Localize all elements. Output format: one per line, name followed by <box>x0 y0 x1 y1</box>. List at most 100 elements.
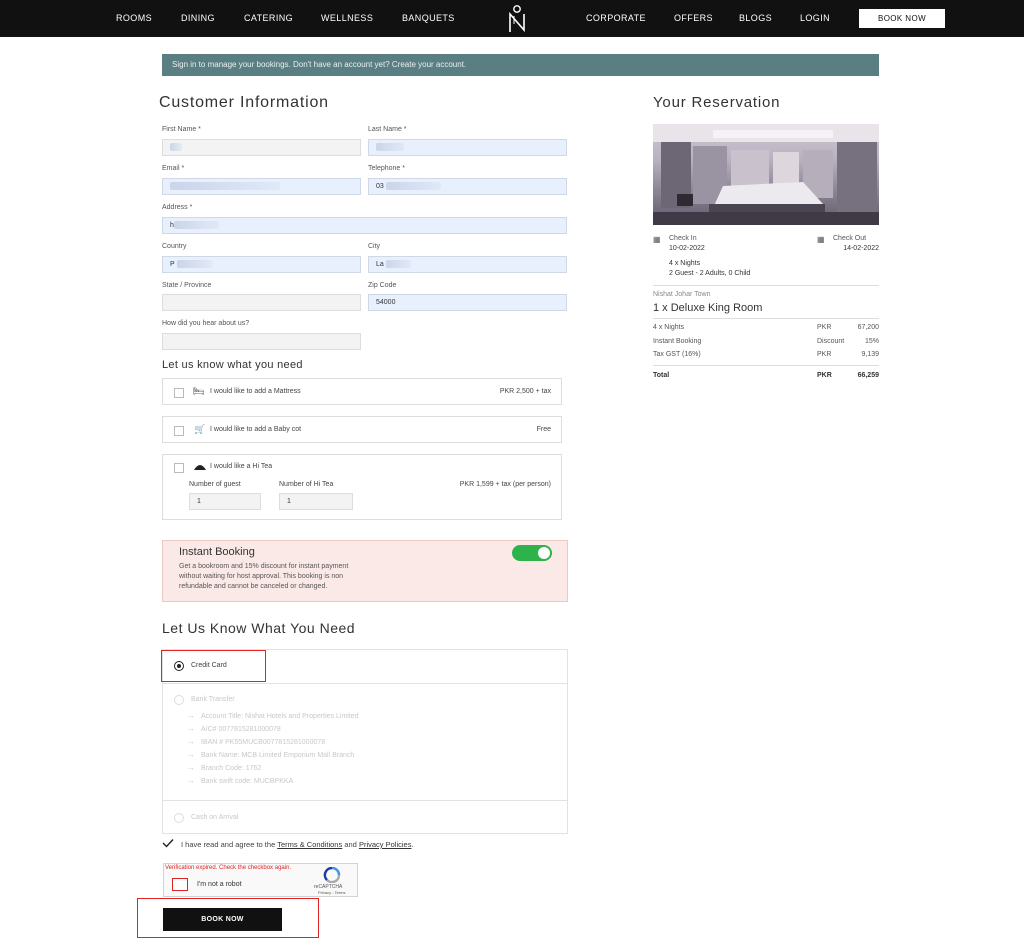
redacted-value <box>176 260 212 269</box>
book-now-button-top[interactable]: BOOK NOW <box>859 9 945 28</box>
nav-banquets[interactable]: BANQUETS <box>402 13 455 23</box>
bank-detail-account-number: A/C# 0077815281000078 <box>201 726 281 733</box>
nav-wellness[interactable]: WELLNESS <box>321 13 373 23</box>
guests-count-input[interactable]: 1 <box>189 493 261 510</box>
first-name-label: First Name * <box>162 126 201 133</box>
email-label: Email * <box>162 165 185 172</box>
captcha-label: I'm not a robot <box>197 881 242 888</box>
total-label: Total <box>653 372 670 379</box>
divider <box>653 318 879 319</box>
redacted-value <box>170 143 182 152</box>
arrow-right-icon: → <box>187 776 195 785</box>
nav-blogs[interactable]: BLOGS <box>739 13 772 23</box>
bank-transfer-radio[interactable] <box>174 695 184 705</box>
nav-dining[interactable]: DINING <box>181 13 215 23</box>
redacted-value <box>170 182 280 191</box>
bank-transfer-label: Bank Transfer <box>191 696 235 703</box>
city-field[interactable]: La <box>368 256 567 273</box>
hitea-price: PKR 1,599 + tax (per person) <box>459 481 551 488</box>
stroller-icon: 🛒 <box>194 424 206 434</box>
book-now-button[interactable]: BOOK NOW <box>163 908 282 931</box>
arrow-right-icon: → <box>187 724 195 733</box>
credit-card-radio[interactable] <box>174 661 184 671</box>
nav-offers[interactable]: OFFERS <box>674 13 713 23</box>
top-navigation: ROOMS DINING CATERING WELLNESS BANQUETS … <box>0 0 1024 37</box>
divider <box>653 365 879 366</box>
telephone-field[interactable]: 03 <box>368 178 567 195</box>
nav-catering[interactable]: CATERING <box>244 13 293 23</box>
redacted-value <box>385 182 441 191</box>
state-field[interactable] <box>162 294 361 311</box>
telephone-value: 03 <box>376 183 384 190</box>
redacted-value <box>376 143 404 152</box>
city-label: City <box>368 243 381 250</box>
country-value: P <box>170 261 175 268</box>
cash-on-arrival-label: Cash on Arrival <box>191 814 239 821</box>
nav-corporate[interactable]: CORPORATE <box>586 13 646 23</box>
hitea-count-input[interactable]: 1 <box>279 493 353 510</box>
credit-card-label: Credit Card <box>191 662 227 669</box>
privacy-policies-link[interactable]: Privacy Policies <box>359 840 412 849</box>
price-row-unit: PKR <box>817 324 832 331</box>
city-value: La <box>376 261 384 268</box>
country-field[interactable]: P <box>162 256 361 273</box>
toggle-knob <box>538 547 550 559</box>
reservation-title: Your Reservation <box>653 94 781 111</box>
captcha-checkbox[interactable] <box>172 878 188 891</box>
checkout-date: 14-02-2022 <box>843 245 879 252</box>
calendar-icon: ▦ <box>817 235 825 244</box>
sign-in-notice[interactable]: Sign in to manage your bookings. Don't h… <box>162 54 879 76</box>
first-name-field[interactable] <box>162 139 361 156</box>
guest-summary: 2 Guest - 2 Adults, 0 Child <box>669 270 751 277</box>
checkin-label: Check In <box>669 235 697 242</box>
checkin-date: 10-02-2022 <box>669 245 705 252</box>
captcha-error: Verification expired. Check the checkbox… <box>165 865 292 871</box>
address-label: Address * <box>162 204 193 211</box>
babycot-checkbox[interactable] <box>174 426 184 436</box>
terms-conditions-link[interactable]: Terms & Conditions <box>277 840 342 849</box>
arrow-right-icon: → <box>187 737 195 746</box>
calendar-icon: ▦ <box>653 235 661 244</box>
total-unit: PKR <box>817 372 832 379</box>
hitea-option[interactable]: I would like a Hi Tea Number of guest Nu… <box>162 454 562 520</box>
room-name: 1 x Deluxe King Room <box>653 302 763 314</box>
zip-field[interactable]: 54000 <box>368 294 567 311</box>
hotel-logo[interactable] <box>505 4 529 34</box>
recaptcha-links[interactable]: Privacy - Terms <box>318 890 345 895</box>
mattress-option[interactable]: 🛏 I would like to add a Mattress PKR 2,5… <box>162 378 562 405</box>
price-row-value: 9,139 <box>861 351 879 358</box>
email-field[interactable] <box>162 178 361 195</box>
terms-agreement: I have read and agree to the Terms & Con… <box>181 840 414 849</box>
last-name-label: Last Name * <box>368 126 407 133</box>
bank-detail-branch-code: Branch Code: 1762 <box>201 765 262 772</box>
price-row-label: Instant Booking <box>653 338 702 345</box>
nav-rooms[interactable]: ROOMS <box>116 13 152 23</box>
address-field[interactable]: h <box>162 217 567 234</box>
instant-booking-toggle[interactable] <box>512 545 552 561</box>
price-row-label: Tax GST (16%) <box>653 351 701 358</box>
instant-line-3: refundable and cannot be canceled or cha… <box>179 583 328 590</box>
checkout-label: Check Out <box>833 235 867 242</box>
price-row-unit: PKR <box>817 351 832 358</box>
price-row-value: 15% <box>864 338 879 345</box>
terms-suffix: . <box>411 840 414 849</box>
instant-line-1: Get a bookroom and 15% discount for inst… <box>179 563 349 570</box>
bed-icon: 🛏 <box>193 386 205 396</box>
last-name-field[interactable] <box>368 139 567 156</box>
babycot-option[interactable]: 🛒 I would like to add a Baby cot Free <box>162 416 562 443</box>
nav-login[interactable]: LOGIN <box>800 13 830 23</box>
divider <box>653 285 879 286</box>
extras-title: Let us know what you need <box>162 359 303 371</box>
hotel-location: Nishat Johar Town <box>653 291 711 298</box>
telephone-label: Telephone * <box>368 165 405 172</box>
zip-label: Zip Code <box>368 282 397 289</box>
bank-detail-bank-name: Bank Name: MCB Limited Emporium Mall Bra… <box>201 752 355 759</box>
hitea-count-label: Number of Hi Tea <box>279 481 334 488</box>
price-row-label: 4 x Nights <box>653 324 685 331</box>
radio-dot <box>177 664 181 668</box>
mattress-checkbox[interactable] <box>174 388 184 398</box>
checkmark-icon[interactable] <box>162 838 174 848</box>
hitea-checkbox[interactable] <box>174 463 184 473</box>
hear-about-field[interactable] <box>162 333 361 350</box>
cash-on-arrival-radio[interactable] <box>174 813 184 823</box>
